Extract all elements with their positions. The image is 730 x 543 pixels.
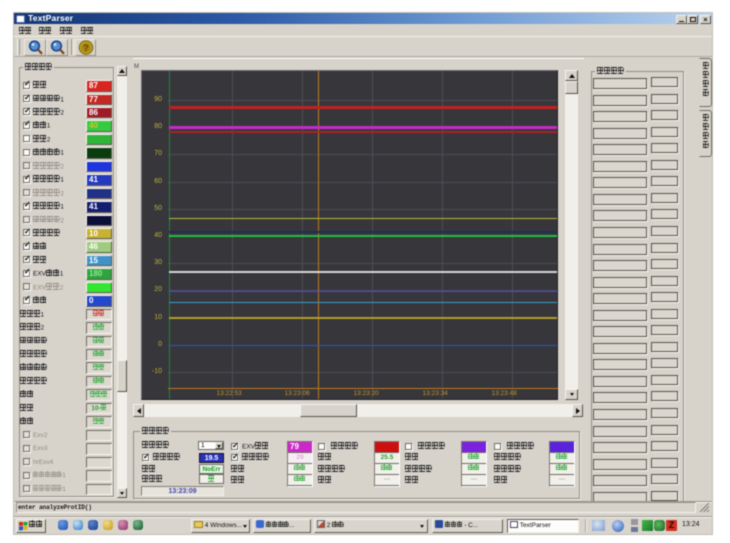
svg-text:?: ? <box>83 43 89 53</box>
